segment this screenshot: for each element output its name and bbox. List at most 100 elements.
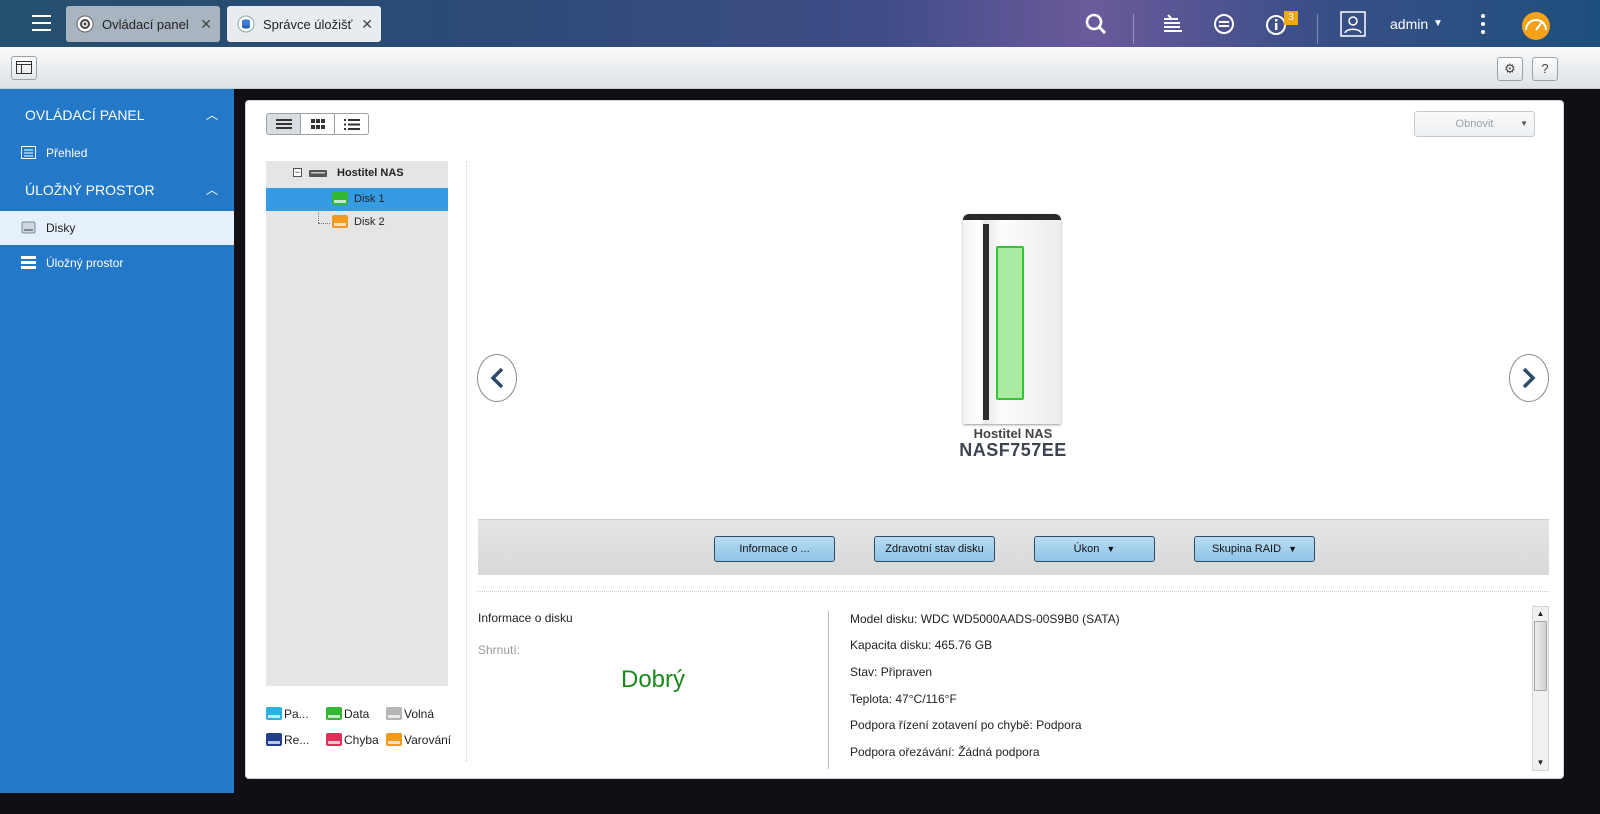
hamburger-menu-icon[interactable] xyxy=(22,10,60,38)
view-list-button[interactable] xyxy=(267,114,300,134)
disk-bay-1[interactable] xyxy=(996,246,1024,400)
legend-label: Data xyxy=(344,707,370,721)
device-title: Hostitel NAS xyxy=(973,426,1053,441)
detail-value: WDC WD5000AADS-00S9B0 (SATA) xyxy=(920,612,1120,626)
disk-warning-icon xyxy=(386,733,402,746)
storage-stack-icon xyxy=(21,256,36,269)
action-dropdown-button[interactable]: Úkon ▼ xyxy=(1034,536,1155,562)
sidebar-item-overview[interactable]: Přehled xyxy=(0,136,234,170)
gear-icon: ⚙ xyxy=(1504,61,1516,76)
sidebar-item-disks[interactable]: Disky xyxy=(0,211,234,245)
chevron-down-icon[interactable]: ▼ xyxy=(1433,18,1443,29)
search-icon[interactable] xyxy=(1083,11,1109,37)
nas-device-icon xyxy=(309,170,327,177)
gear-icon xyxy=(76,15,94,33)
disk-tree: − Hostitel NAS Disk 1 Disk 2 xyxy=(266,161,448,686)
detail-row: Model disku: WDC WD5000AADS-00S9B0 (SATA… xyxy=(850,612,1120,626)
disk-error-icon xyxy=(326,733,342,746)
disk-free-icon xyxy=(386,707,402,720)
detail-value: Připraven xyxy=(880,665,933,679)
detail-value: Žádná podpora xyxy=(958,745,1040,759)
sidebar-section-control-panel[interactable]: OVLÁDACÍ PANEL ︿ xyxy=(0,96,234,134)
sidebar-section-title: OVLÁDACÍ PANEL xyxy=(25,107,145,123)
detail-row: Teplota: 47°C/116°F xyxy=(850,692,957,706)
tab-label: Ovládací panel xyxy=(102,16,189,32)
caret-down-icon: ▼ xyxy=(1288,544,1298,554)
button-label: Skupina RAID xyxy=(1211,543,1282,555)
more-options-icon[interactable] xyxy=(1470,11,1496,37)
view-details-button[interactable] xyxy=(334,114,368,134)
user-name[interactable]: admin xyxy=(1390,16,1428,32)
legend-label: Varování xyxy=(404,733,452,747)
button-label: Úkon xyxy=(1073,543,1100,555)
detail-row: Stav: Připraven xyxy=(850,665,932,679)
divider xyxy=(828,611,829,769)
tree-root-label: Hostitel NAS xyxy=(337,167,404,179)
detail-label: Stav: xyxy=(850,665,878,679)
legend-item: Volná xyxy=(386,706,434,722)
tree-node-disk-1[interactable]: Disk 1 xyxy=(266,188,448,211)
collapse-toggle-icon[interactable]: − xyxy=(293,168,302,177)
main-panel: Obnovit ▼ − Hostitel NAS Disk 1 Disk 2 P… xyxy=(245,100,1564,779)
help-icon: ? xyxy=(1541,61,1549,76)
refresh-label: Obnovit xyxy=(1455,118,1494,130)
raid-group-dropdown-button[interactable]: Skupina RAID ▼ xyxy=(1194,536,1315,562)
user-avatar-icon[interactable] xyxy=(1340,11,1366,37)
button-label: Zdravotní stav disku xyxy=(885,543,984,555)
detail-label: Podpora ořezávání: xyxy=(850,745,955,759)
panel-layout-icon xyxy=(16,61,32,74)
detail-row: Podpora řízení zotavení po chybě: Podpor… xyxy=(850,718,1082,732)
chevron-up-icon: ︿ xyxy=(205,183,218,197)
disk-spare-icon xyxy=(266,707,282,720)
detail-label: Model disku: xyxy=(850,612,918,626)
action-bar: Informace o ... Zdravotní stav disku Úko… xyxy=(478,519,1549,575)
info-heading: Informace o disku xyxy=(478,611,573,625)
sync-icon[interactable] xyxy=(1211,11,1237,37)
summary-label: Shrnutí: xyxy=(478,643,521,657)
refresh-dropdown[interactable]: Obnovit ▼ xyxy=(1414,111,1535,137)
sidebar-item-label: Disky xyxy=(46,221,76,235)
divider xyxy=(466,161,467,761)
detail-value: Podpora xyxy=(1036,718,1082,732)
sidebar-item-storage-space[interactable]: Úložný prostor xyxy=(0,246,234,280)
close-tab-icon[interactable]: ✕ xyxy=(200,16,212,33)
disk-info-button[interactable]: Informace o ... xyxy=(714,536,835,562)
tab-control-panel[interactable]: Ovládací panel ✕ xyxy=(66,6,220,42)
previous-device-button[interactable] xyxy=(477,354,517,402)
top-bar: Ovládací panel ✕ Správce úložišť ✕ 3 adm… xyxy=(0,0,1600,47)
next-device-button[interactable] xyxy=(1509,354,1549,402)
chevron-left-icon xyxy=(490,367,504,389)
view-grid-button[interactable] xyxy=(300,114,334,134)
close-tab-icon[interactable]: ✕ xyxy=(361,16,373,33)
settings-button[interactable]: ⚙ xyxy=(1497,57,1523,81)
detail-value: 47°C/116°F xyxy=(895,692,957,706)
detail-row: Podpora ořezávání: Žádná podpora xyxy=(850,745,1040,759)
caret-down-icon: ▼ xyxy=(1106,544,1116,554)
dashboard-gauge-icon[interactable] xyxy=(1520,10,1552,40)
legend-item: Pa... xyxy=(266,706,309,722)
toggle-sidebar-button[interactable] xyxy=(11,56,37,80)
button-label: Informace o ... xyxy=(739,543,810,555)
scroll-up-icon[interactable]: ▲ xyxy=(1534,608,1547,620)
scroll-thumb[interactable] xyxy=(1534,621,1547,691)
legend-item: Re... xyxy=(266,732,309,748)
tree-node-nas-host[interactable]: − Hostitel NAS xyxy=(266,162,448,185)
disk-warning-icon xyxy=(332,215,348,228)
disk-health-button[interactable]: Zdravotní stav disku xyxy=(874,536,995,562)
tab-storage-manager[interactable]: Správce úložišť ✕ xyxy=(227,6,381,42)
sidebar-section-storage[interactable]: ÚLOŽNÝ PROSTOR ︿ xyxy=(0,171,234,209)
divider xyxy=(1133,14,1134,44)
view-switcher xyxy=(266,113,369,135)
detail-row: Kapacita disku: 465.76 GB xyxy=(850,638,992,652)
summary-value: Dobrý xyxy=(621,666,686,693)
help-button[interactable]: ? xyxy=(1532,57,1558,81)
task-stack-icon[interactable] xyxy=(1160,11,1186,37)
divider xyxy=(478,591,1549,592)
sidebar-item-label: Úložný prostor xyxy=(46,256,124,270)
details-scrollbar[interactable]: ▲ ▼ xyxy=(1532,606,1549,771)
scroll-down-icon[interactable]: ▼ xyxy=(1534,757,1547,769)
sidebar-section-title: ÚLOŽNÝ PROSTOR xyxy=(25,182,155,198)
chevron-right-icon xyxy=(1522,367,1536,389)
tree-node-disk-2[interactable]: Disk 2 xyxy=(266,211,448,234)
detail-label: Podpora řízení zotavení po chybě: xyxy=(850,718,1033,732)
